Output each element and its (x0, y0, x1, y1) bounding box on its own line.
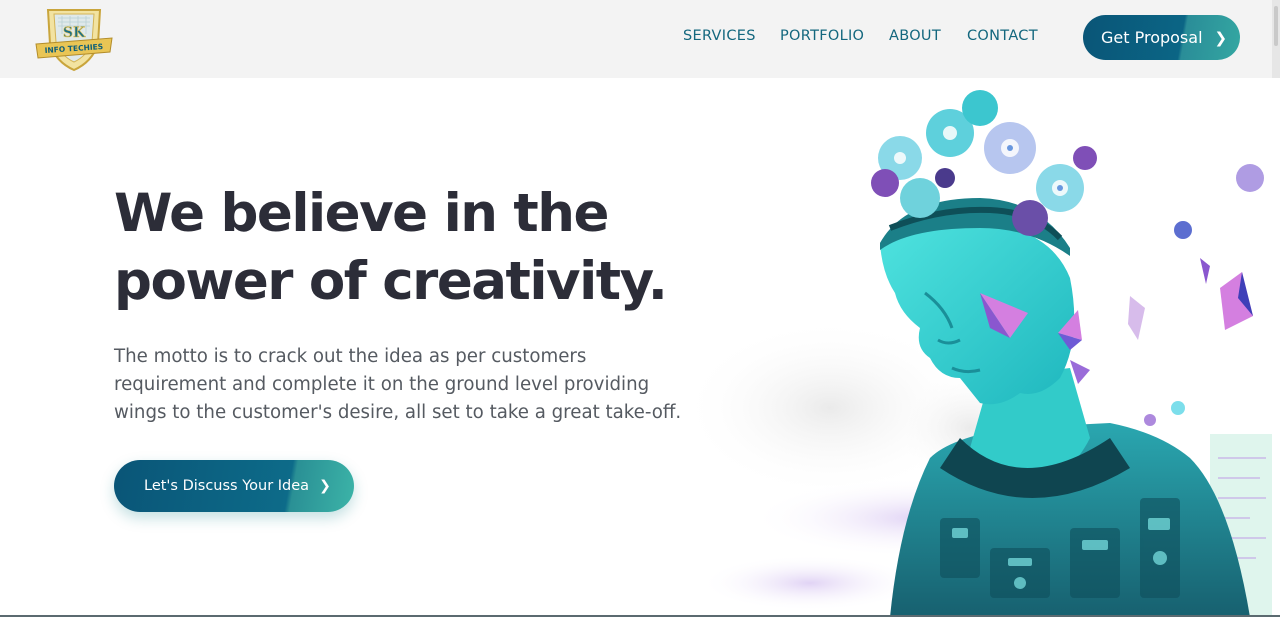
scrollbar[interactable] (1272, 0, 1280, 78)
robot-head-with-flowers-illustration (690, 90, 1272, 617)
get-proposal-label: Get Proposal (1101, 28, 1203, 47)
discuss-idea-button[interactable]: Let's Discuss Your Idea ❯ (114, 460, 354, 512)
chevron-right-icon: ❯ (1214, 28, 1228, 47)
hero-headline: We believe in the power of creativity. (114, 180, 734, 316)
hero-description-line-3: wings to the customer's desire, all set … (114, 402, 682, 423)
site-header: SK INFO TECHIES SERVICES PORTFOLIO ABOUT… (0, 0, 1272, 78)
get-proposal-button[interactable]: Get Proposal ❯ (1083, 15, 1240, 60)
hero-description-line-1: The motto is to crack out the idea as pe… (114, 346, 587, 367)
hero-illustration (690, 78, 1280, 617)
nav-link-contact[interactable]: CONTACT (967, 28, 1038, 44)
discuss-idea-label: Let's Discuss Your Idea (144, 478, 310, 494)
hero-headline-line-1: We believe in the (114, 183, 609, 244)
hero-description: The motto is to crack out the idea as pe… (114, 343, 704, 427)
nav-link-services[interactable]: SERVICES (683, 28, 756, 44)
main-nav: SERVICES PORTFOLIO ABOUT CONTACT (0, 28, 1272, 50)
hero-headline-line-2: power of creativity. (114, 251, 668, 312)
nav-link-portfolio[interactable]: PORTFOLIO (780, 28, 864, 44)
chevron-right-icon: ❯ (319, 478, 331, 494)
hero-description-line-2: requirement and complete it on the groun… (114, 374, 650, 395)
nav-link-about[interactable]: ABOUT (889, 28, 941, 44)
